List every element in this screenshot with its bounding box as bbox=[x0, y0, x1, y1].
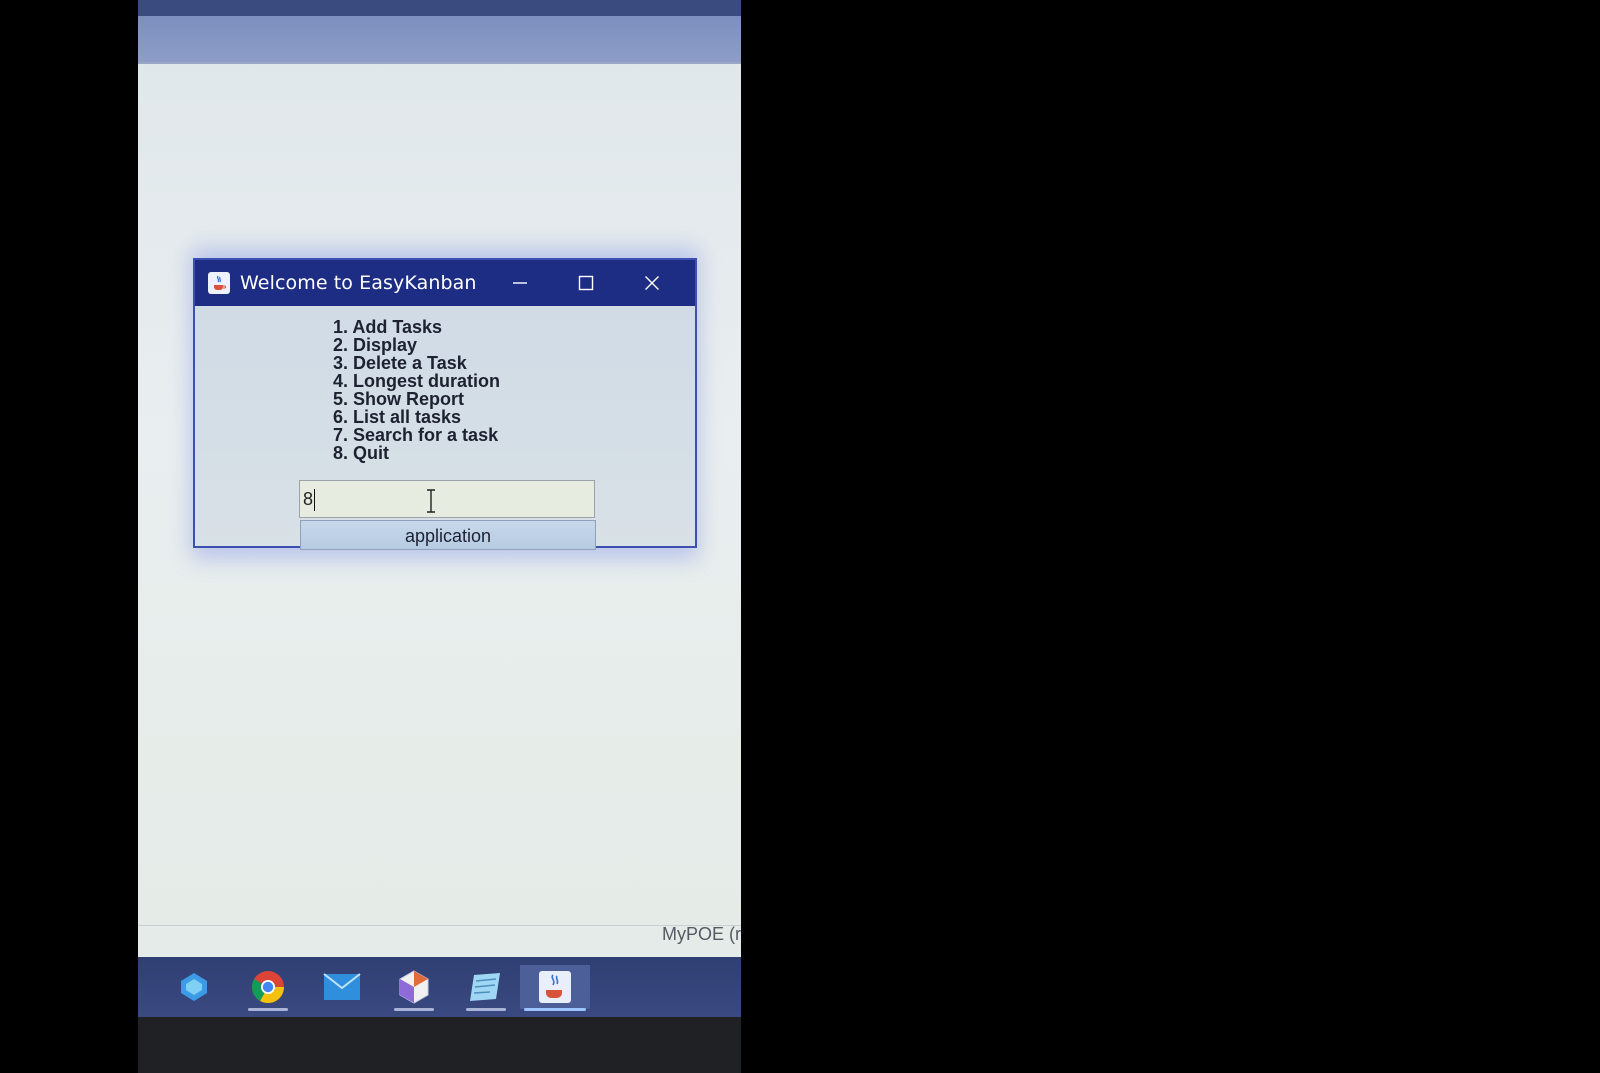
menu-options-list: 1. Add Tasks 2. Display 3. Delete a Task… bbox=[333, 318, 500, 462]
taskbar-running-indicator bbox=[466, 1008, 506, 1011]
menu-option: 7. Search for a task bbox=[333, 425, 499, 445]
office-icon[interactable] bbox=[390, 965, 438, 1011]
close-button[interactable] bbox=[619, 260, 685, 306]
notepad-icon[interactable] bbox=[462, 965, 510, 1011]
text-caret bbox=[314, 489, 316, 512]
menu-option: 3. Delete a Task bbox=[333, 353, 467, 373]
minimize-button[interactable] bbox=[487, 260, 553, 306]
easykanban-dialog: Welcome to EasyKanban 1. Add Tasks 2. Di… bbox=[193, 258, 697, 550]
maximize-button[interactable] bbox=[553, 260, 619, 306]
application-button[interactable]: application bbox=[300, 520, 596, 550]
maximize-icon bbox=[578, 275, 594, 291]
document-toolbar-band bbox=[138, 16, 741, 64]
window-titlebar[interactable]: Welcome to EasyKanban bbox=[195, 260, 695, 306]
menu-option: 2. Display bbox=[333, 335, 418, 355]
choice-input[interactable]: 8 bbox=[299, 480, 595, 518]
menu-option: 6. List all tasks bbox=[333, 407, 462, 427]
status-divider bbox=[138, 925, 741, 926]
laptop-bezel bbox=[138, 1017, 741, 1073]
menu-option: 1. Add Tasks bbox=[333, 317, 443, 337]
desktop-screen: Welcome to EasyKanban 1. Add Tasks 2. Di… bbox=[138, 0, 741, 1073]
taskbar bbox=[138, 957, 741, 1017]
dialog-content: 1. Add Tasks 2. Display 3. Delete a Task… bbox=[195, 306, 695, 550]
copilot-icon[interactable] bbox=[170, 965, 218, 1009]
chrome-icon[interactable] bbox=[244, 965, 292, 1011]
choice-input-value: 8 bbox=[303, 489, 314, 509]
status-bar-text: MyPOE (r bbox=[662, 924, 741, 944]
menu-option: 8. Quit bbox=[333, 443, 390, 463]
menu-option: 5. Show Report bbox=[333, 389, 465, 409]
ibeam-cursor-icon bbox=[427, 489, 435, 513]
taskbar-running-indicator bbox=[524, 1008, 586, 1011]
menu-option: 4. Longest duration bbox=[333, 371, 501, 391]
mail-icon[interactable] bbox=[318, 965, 366, 1009]
java-icon bbox=[208, 272, 230, 294]
taskbar-running-indicator bbox=[394, 1008, 434, 1011]
minimize-icon bbox=[513, 282, 527, 284]
taskbar-running-indicator bbox=[248, 1008, 288, 1011]
top-strip bbox=[138, 0, 741, 16]
java-app-icon[interactable] bbox=[520, 965, 590, 1011]
close-icon bbox=[645, 276, 659, 290]
window-title: Welcome to EasyKanban bbox=[240, 272, 477, 294]
